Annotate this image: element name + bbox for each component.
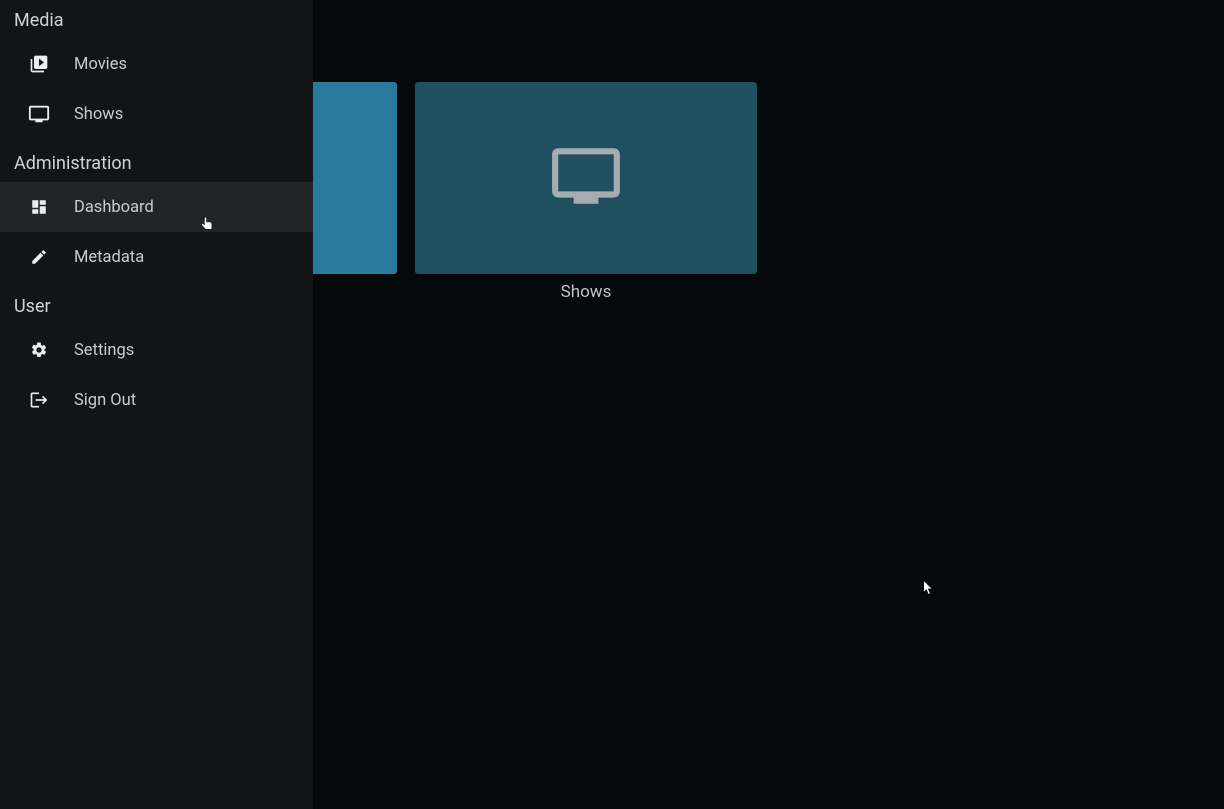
sidebar-item-label: Metadata: [74, 248, 144, 267]
sidebar-item-metadata[interactable]: Metadata: [0, 232, 313, 282]
sidebar-item-label: Shows: [74, 105, 123, 124]
section-header-media: Media: [0, 4, 313, 39]
library-card-tile: [313, 82, 397, 274]
edit-icon: [28, 246, 50, 268]
section-header-administration: Administration: [0, 147, 313, 182]
library-card-tile: [415, 82, 757, 274]
sidebar-item-settings[interactable]: Settings: [0, 325, 313, 375]
library-card-partial[interactable]: [313, 82, 397, 302]
signout-icon: [28, 389, 50, 411]
sidebar: Media Movies Shows Administration Dashbo…: [0, 0, 313, 809]
tv-large-icon: [549, 139, 623, 217]
main-content: Shows: [313, 0, 1224, 809]
section-header-user: User: [0, 290, 313, 325]
sidebar-item-movies[interactable]: Movies: [0, 39, 313, 89]
sidebar-item-dashboard[interactable]: Dashboard: [0, 182, 313, 232]
tv-icon: [28, 103, 50, 125]
dashboard-icon: [28, 196, 50, 218]
library-card-label: Shows: [561, 282, 612, 302]
library-cards: Shows: [313, 82, 757, 302]
sidebar-item-shows[interactable]: Shows: [0, 89, 313, 139]
sidebar-item-label: Sign Out: [74, 391, 136, 410]
video-library-icon: [28, 53, 50, 75]
library-card-shows[interactable]: Shows: [415, 82, 757, 302]
sidebar-item-label: Settings: [74, 341, 134, 360]
sidebar-item-label: Dashboard: [74, 198, 154, 217]
gear-icon: [28, 339, 50, 361]
sidebar-item-signout[interactable]: Sign Out: [0, 375, 313, 425]
sidebar-item-label: Movies: [74, 55, 127, 74]
